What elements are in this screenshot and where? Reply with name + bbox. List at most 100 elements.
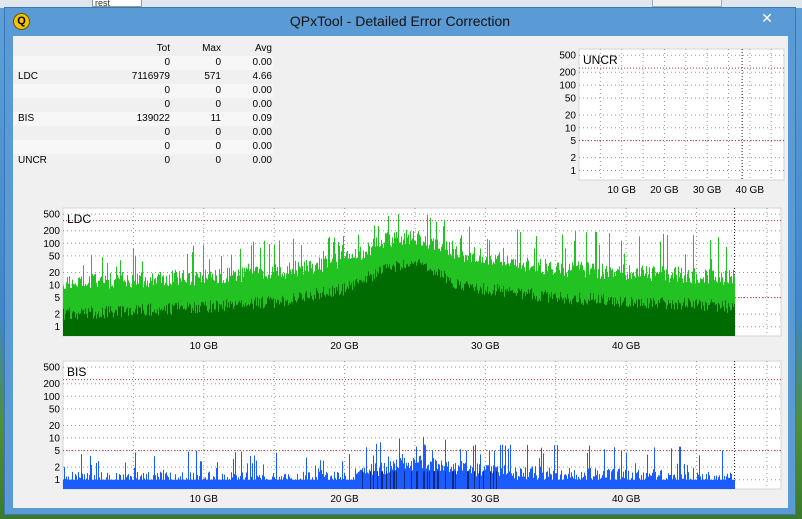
data-bar-dark <box>606 304 607 336</box>
data-bar <box>705 478 706 489</box>
data-bar <box>471 473 472 489</box>
data-bar <box>250 456 251 489</box>
data-bar-dark <box>99 317 100 336</box>
data-bar <box>492 473 493 489</box>
data-bar <box>697 472 698 489</box>
data-bar-dark <box>388 267 389 336</box>
table-cell-max: 0 <box>215 99 221 110</box>
data-bar-dark <box>565 297 566 336</box>
data-bar-dark <box>600 303 601 336</box>
data-bar-dark <box>686 305 687 336</box>
table-cell-name: LDC <box>18 71 39 82</box>
data-bar <box>677 463 678 489</box>
data-bar <box>207 479 208 489</box>
data-bar-dark <box>596 303 597 336</box>
data-bar <box>135 452 136 489</box>
data-bar-dark <box>732 303 733 336</box>
data-bar-dark <box>517 293 518 336</box>
data-bar-dark <box>372 281 373 336</box>
data-bar-dark <box>325 296 326 336</box>
data-bar-dark <box>550 297 551 336</box>
table-cell-avg: 0.00 <box>252 85 272 96</box>
data-bar <box>316 476 317 489</box>
table-row: 0 0 0.00 <box>13 56 273 70</box>
data-bar-dark <box>117 315 118 336</box>
data-bar <box>548 476 549 489</box>
data-bar <box>595 468 596 489</box>
data-bar-dark <box>200 306 201 336</box>
data-bar-dark <box>500 292 501 336</box>
close-button[interactable]: ✕ <box>745 8 789 28</box>
data-bar-dark <box>356 279 357 336</box>
y-tick-label: 100 <box>43 239 60 250</box>
data-bar <box>249 479 250 489</box>
data-bar-dark <box>645 306 646 336</box>
data-bar <box>500 445 501 489</box>
y-tick-label: 20 <box>49 268 61 279</box>
data-bar-dark <box>229 307 230 336</box>
table-cell-name: UNCR <box>18 155 47 166</box>
data-bar <box>115 479 116 489</box>
data-bar-dark <box>382 272 383 336</box>
data-bar-dark <box>96 318 97 336</box>
data-bar-dark <box>534 296 535 336</box>
data-bar-dark <box>563 298 564 336</box>
data-bar <box>639 478 640 489</box>
data-bar-dark <box>597 302 598 336</box>
data-bar-dark <box>547 292 548 336</box>
data-bar <box>632 472 633 489</box>
data-bar-dark <box>292 302 293 336</box>
data-bar-dark <box>361 280 362 336</box>
data-bar <box>484 466 485 489</box>
data-bar-dark <box>373 471 374 489</box>
data-bar-dark <box>144 313 145 336</box>
data-bar <box>290 478 291 489</box>
data-bar-dark <box>608 297 609 336</box>
data-bar-dark <box>543 294 544 336</box>
data-bar-dark <box>126 308 127 336</box>
data-bar <box>669 475 670 489</box>
data-bar <box>319 471 320 489</box>
data-bar-dark <box>334 287 335 336</box>
data-bar <box>682 478 683 489</box>
data-bar-dark <box>650 298 651 336</box>
data-bar-dark <box>113 317 114 336</box>
data-bar-dark <box>66 310 67 336</box>
data-bar-dark <box>695 300 696 336</box>
data-bar <box>674 474 675 489</box>
data-bar <box>683 478 684 489</box>
data-bar <box>200 461 201 489</box>
x-tick-label: 20 GB <box>330 494 359 503</box>
data-bar <box>213 476 214 489</box>
data-bar <box>143 472 144 489</box>
data-bar <box>176 479 177 489</box>
data-bar-dark <box>459 285 460 336</box>
data-bar-dark <box>241 300 242 336</box>
data-bar-dark <box>82 310 83 336</box>
title-bar[interactable]: Q QPxTool - Detailed Error Correction ✕ <box>5 8 795 35</box>
data-bar <box>561 470 562 489</box>
data-bar-dark <box>324 295 325 336</box>
data-bar <box>164 479 165 489</box>
data-bar <box>262 475 263 489</box>
data-bar <box>518 475 519 489</box>
data-bar <box>179 479 180 489</box>
data-bar <box>649 473 650 489</box>
data-bar-dark <box>614 305 615 336</box>
data-bar-dark <box>93 318 94 336</box>
data-bar-dark <box>412 263 413 336</box>
y-tick-label: 50 <box>49 404 61 415</box>
data-bar-dark <box>598 294 599 336</box>
data-bar-dark <box>102 307 103 336</box>
data-bar-dark <box>731 309 732 336</box>
data-bar-dark <box>267 297 268 336</box>
data-bar-dark <box>474 290 475 336</box>
data-bar <box>171 479 172 489</box>
data-bar-dark <box>151 315 152 336</box>
data-bar-dark <box>429 269 430 336</box>
window-title: QPxTool - Detailed Error Correction <box>289 13 511 29</box>
data-bar <box>168 477 169 489</box>
data-bar <box>174 479 175 489</box>
data-bar-dark <box>672 300 673 336</box>
data-bar-dark <box>347 286 348 336</box>
